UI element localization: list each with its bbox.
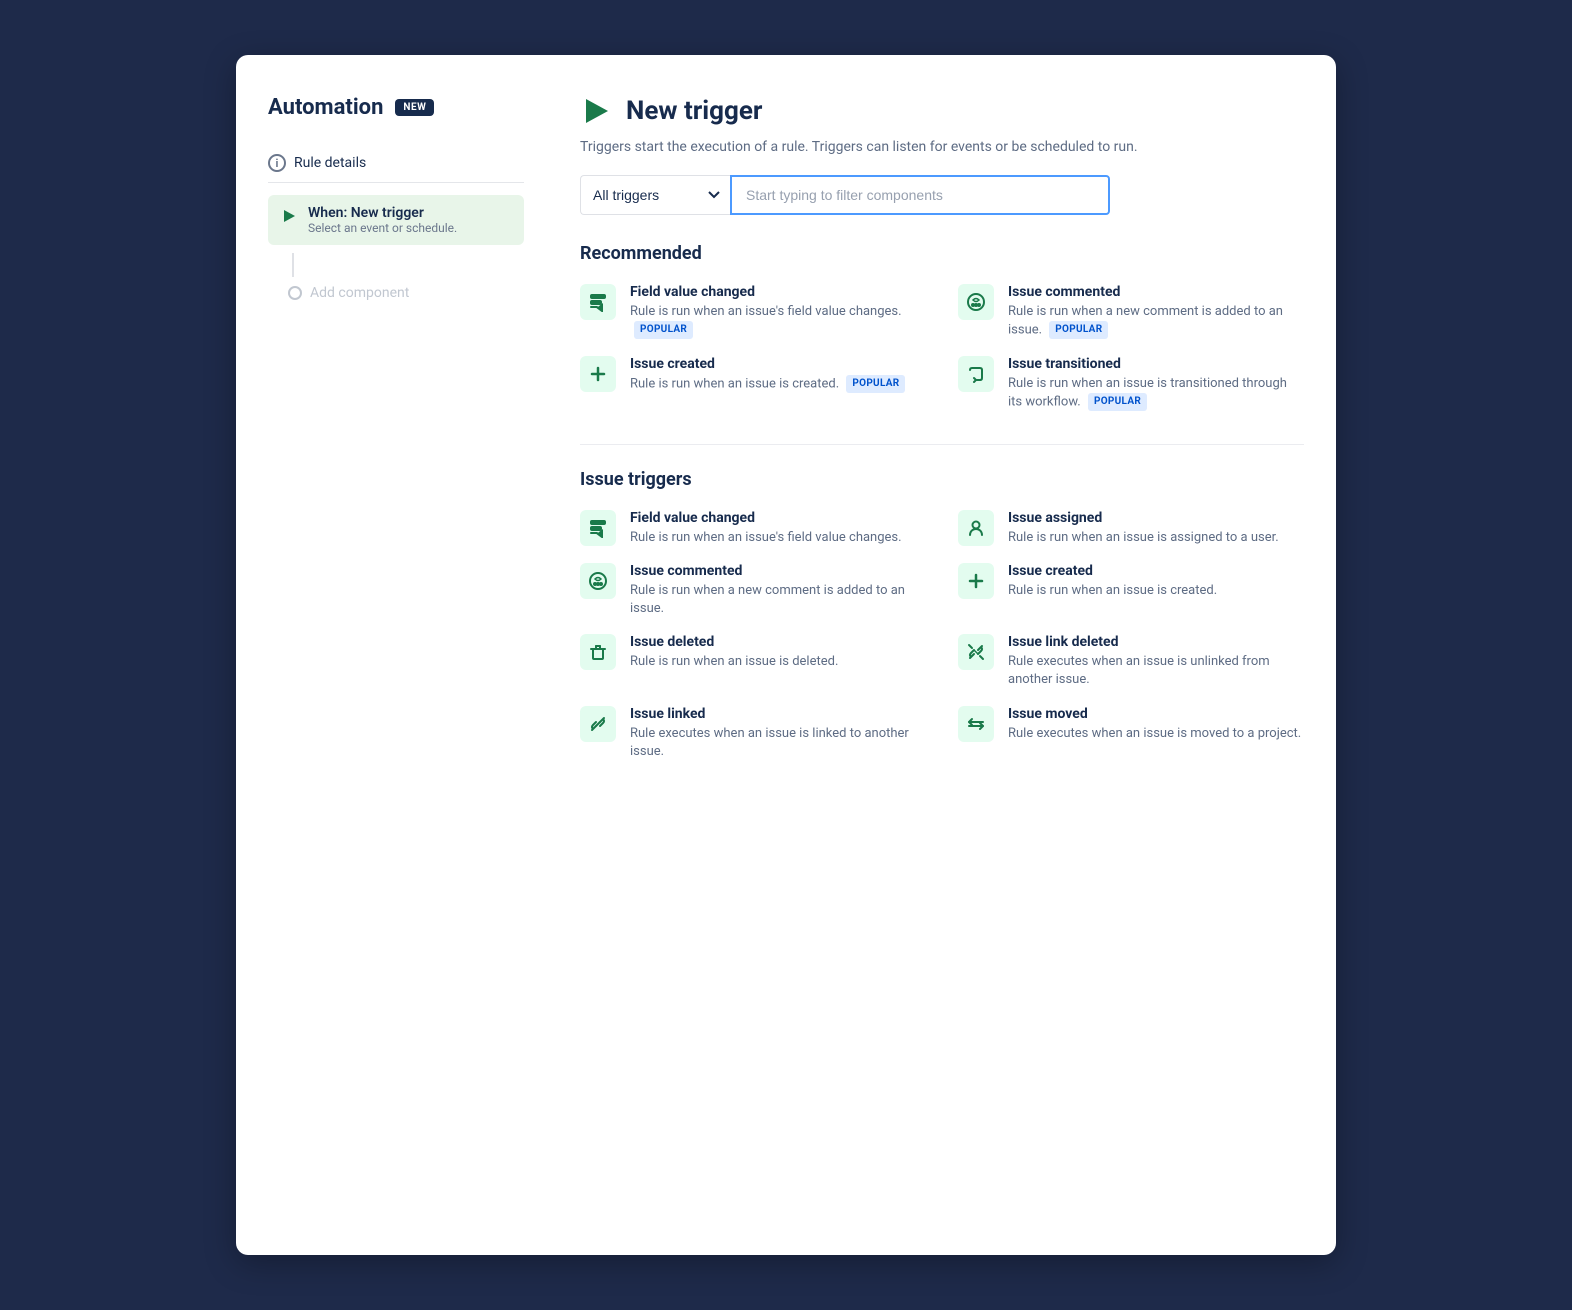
trigger-desc-linked: Rule executes when an issue is linked to…	[630, 725, 926, 761]
trigger-title-linked: Issue linked	[630, 706, 926, 722]
trigger-type-select[interactable]: All triggers Issue triggers Project trig…	[580, 175, 730, 215]
trigger-title-created-rec: Issue created	[630, 356, 905, 372]
trigger-desc-transitioned-rec: Rule is run when an issue is transitione…	[1008, 375, 1304, 412]
trash-icon-wrap	[580, 634, 616, 670]
trigger-title-commented-rec: Issue commented	[1008, 284, 1304, 300]
trigger-item-subtitle: Select an event or schedule.	[308, 221, 457, 235]
trigger-card-link-deleted[interactable]: Issue link deleted Rule executes when an…	[958, 634, 1304, 689]
trigger-card-commented[interactable]: Issue commented Rule is run when a new c…	[580, 563, 926, 618]
trigger-title-deleted: Issue deleted	[630, 634, 838, 650]
trigger-desc-deleted: Rule is run when an issue is deleted.	[630, 653, 838, 671]
new-badge: NEW	[395, 99, 434, 116]
trigger-title-link-deleted: Issue link deleted	[1008, 634, 1304, 650]
trigger-item-content: When: New trigger Select an event or sch…	[308, 205, 457, 235]
trigger-card-body-transitioned-rec: Issue transitioned Rule is run when an i…	[1008, 356, 1304, 412]
trigger-card-created-rec[interactable]: Issue created Rule is run when an issue …	[580, 356, 926, 412]
popular-badge-transitioned-rec: POPULAR	[1088, 393, 1147, 411]
info-icon: i	[268, 154, 286, 172]
trigger-card-transitioned-rec[interactable]: Issue transitioned Rule is run when an i…	[958, 356, 1304, 412]
rule-details-row[interactable]: i Rule details	[268, 144, 524, 183]
trigger-title-fvc: Field value changed	[630, 510, 902, 526]
trigger-card-commented-rec[interactable]: Issue commented Rule is run when a new c…	[958, 284, 1304, 340]
sidebar: Automation NEW i Rule details When: New …	[268, 95, 548, 1215]
unlink-icon-wrap	[958, 634, 994, 670]
trigger-desc-created: Rule is run when an issue is created.	[1008, 582, 1217, 600]
plus-icon-wrap-rec	[580, 356, 616, 392]
trigger-card-body-link-deleted: Issue link deleted Rule executes when an…	[1008, 634, 1304, 689]
field-value-icon-wrap	[580, 284, 616, 320]
popular-badge-commented-rec: POPULAR	[1049, 321, 1108, 339]
trigger-title-transitioned-rec: Issue transitioned	[1008, 356, 1304, 372]
plus-icon-wrap	[958, 563, 994, 599]
trigger-item-title: When: New trigger	[308, 205, 457, 221]
trigger-desc-fvc-rec: Rule is run when an issue's field value …	[630, 303, 926, 340]
link-icon-wrap	[580, 706, 616, 742]
move-icon-wrap	[958, 706, 994, 742]
connector-line	[292, 253, 294, 277]
trigger-desc-fvc: Rule is run when an issue's field value …	[630, 529, 902, 547]
trigger-card-body-assigned: Issue assigned Rule is run when an issue…	[1008, 510, 1279, 547]
popular-badge-fvc-rec: POPULAR	[634, 321, 693, 339]
recommended-section-title: Recommended	[580, 243, 1304, 264]
rule-details-label: Rule details	[294, 155, 366, 171]
trigger-card-field-value[interactable]: Field value changed Rule is run when an …	[580, 510, 926, 547]
trigger-card-body-fvc: Field value changed Rule is run when an …	[630, 510, 902, 547]
filter-row: All triggers Issue triggers Project trig…	[580, 175, 1304, 215]
trigger-card-body-deleted: Issue deleted Rule is run when an issue …	[630, 634, 838, 671]
filter-input[interactable]	[730, 175, 1110, 215]
comment-icon-wrap	[580, 563, 616, 599]
trigger-title-created: Issue created	[1008, 563, 1217, 579]
trigger-title-fvc-rec: Field value changed	[630, 284, 926, 300]
trigger-desc-created-rec: Rule is run when an issue is created. PO…	[630, 375, 905, 394]
trigger-card-assigned[interactable]: Issue assigned Rule is run when an issue…	[958, 510, 1304, 547]
main-description: Triggers start the execution of a rule. …	[580, 139, 1304, 155]
transition-icon-wrap-rec	[958, 356, 994, 392]
trigger-card-body-commented-rec: Issue commented Rule is run when a new c…	[1008, 284, 1304, 340]
trigger-desc-commented: Rule is run when a new comment is added …	[630, 582, 926, 618]
main-content: New trigger Triggers start the execution…	[548, 95, 1304, 1215]
trigger-card-body-linked: Issue linked Rule executes when an issue…	[630, 706, 926, 761]
app-title: Automation	[268, 95, 383, 120]
issue-triggers-grid: Field value changed Rule is run when an …	[580, 510, 1304, 761]
app-inner: Automation NEW i Rule details When: New …	[236, 55, 1336, 1255]
play-icon	[280, 207, 298, 225]
section-divider	[580, 444, 1304, 445]
trigger-card-body-created-rec: Issue created Rule is run when an issue …	[630, 356, 905, 394]
main-header: New trigger	[580, 95, 1304, 127]
trigger-sidebar-item[interactable]: When: New trigger Select an event or sch…	[268, 195, 524, 245]
issue-triggers-section: Issue triggers Fi	[580, 469, 1304, 761]
add-component[interactable]: Add component	[288, 277, 409, 309]
app-container: Automation NEW i Rule details When: New …	[236, 55, 1336, 1255]
trigger-card-body-created: Issue created Rule is run when an issue …	[1008, 563, 1217, 600]
trigger-card-body-moved: Issue moved Rule executes when an issue …	[1008, 706, 1301, 743]
trigger-desc-moved: Rule executes when an issue is moved to …	[1008, 725, 1301, 743]
trigger-card-body-fvc-rec: Field value changed Rule is run when an …	[630, 284, 926, 340]
recommended-grid: Field value changed Rule is run when an …	[580, 284, 1304, 412]
issue-triggers-section-title: Issue triggers	[580, 469, 1304, 490]
recommended-section: Recommended Field	[580, 243, 1304, 412]
trigger-desc-commented-rec: Rule is run when a new comment is added …	[1008, 303, 1304, 340]
trigger-desc-link-deleted: Rule executes when an issue is unlinked …	[1008, 653, 1304, 689]
trigger-card-created[interactable]: Issue created Rule is run when an issue …	[958, 563, 1304, 618]
person-icon-wrap	[958, 510, 994, 546]
trigger-card-moved[interactable]: Issue moved Rule executes when an issue …	[958, 706, 1304, 761]
add-component-circle-icon	[288, 286, 302, 300]
sidebar-connector: Add component	[268, 253, 524, 309]
trigger-card-deleted[interactable]: Issue deleted Rule is run when an issue …	[580, 634, 926, 689]
main-title: New trigger	[626, 96, 762, 126]
trigger-card-body-commented: Issue commented Rule is run when a new c…	[630, 563, 926, 618]
sidebar-header: Automation NEW	[268, 95, 524, 120]
popular-badge-created-rec: POPULAR	[846, 375, 905, 393]
trigger-title-commented: Issue commented	[630, 563, 926, 579]
trigger-card-field-value-rec[interactable]: Field value changed Rule is run when an …	[580, 284, 926, 340]
trigger-desc-assigned: Rule is run when an issue is assigned to…	[1008, 529, 1279, 547]
trigger-title-moved: Issue moved	[1008, 706, 1301, 722]
trigger-card-linked[interactable]: Issue linked Rule executes when an issue…	[580, 706, 926, 761]
trigger-title-assigned: Issue assigned	[1008, 510, 1279, 526]
main-play-icon	[580, 95, 612, 127]
comment-icon-wrap-rec	[958, 284, 994, 320]
add-component-label: Add component	[310, 285, 409, 301]
field-value-icon-wrap-2	[580, 510, 616, 546]
